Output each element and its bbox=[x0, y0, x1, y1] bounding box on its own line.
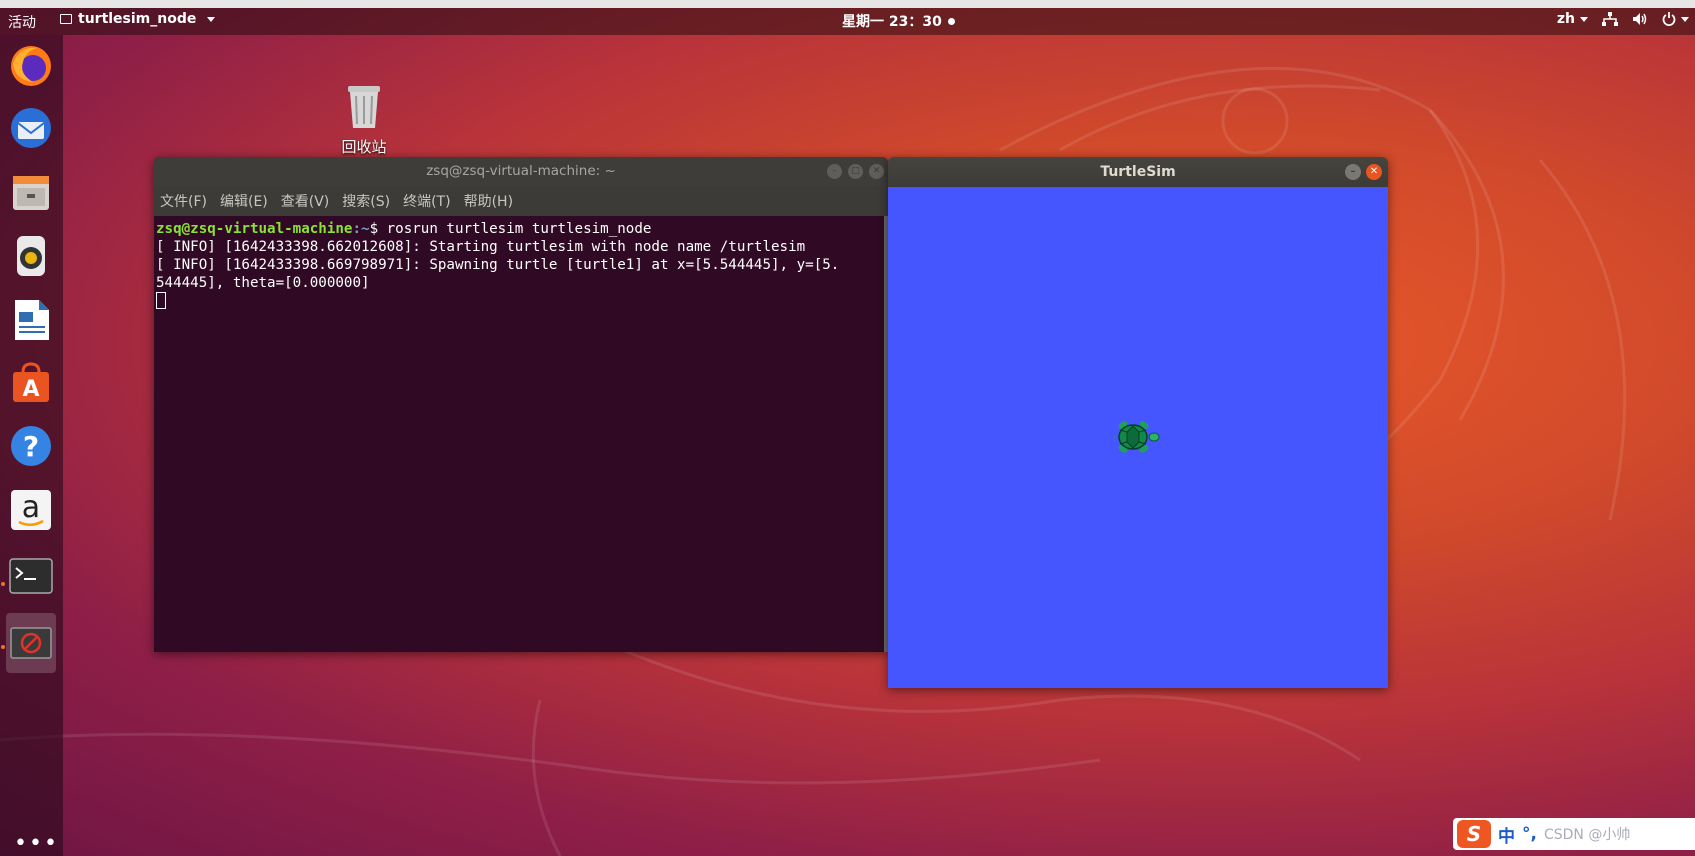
menu-search[interactable]: 搜索(S) bbox=[342, 191, 390, 211]
prompt-command: $ rosrun turtlesim turtlesim_node bbox=[369, 221, 652, 237]
chevron-down-icon bbox=[1681, 16, 1689, 22]
turtle-icon bbox=[1114, 421, 1160, 453]
terminal-output[interactable]: zsq@zsq-virtual-machine:~$ rosrun turtle… bbox=[154, 216, 888, 315]
terminal-line: 544445], theta=[0.000000] bbox=[156, 275, 370, 291]
running-indicator-icon bbox=[1, 645, 5, 649]
notification-dot-icon bbox=[947, 17, 955, 25]
terminal-menubar: 文件(F) 编辑(E) 查看(V) 搜索(S) 终端(T) 帮助(H) bbox=[154, 186, 888, 216]
ime-mode[interactable]: 中 bbox=[1498, 822, 1515, 847]
dock-terminal[interactable] bbox=[6, 551, 56, 601]
terminal-icon bbox=[9, 558, 53, 594]
terminal-cursor bbox=[156, 292, 166, 309]
terminal-line: [ INFO] [1642433398.669798971]: Spawning… bbox=[156, 257, 840, 273]
writer-icon bbox=[15, 300, 49, 340]
rhythmbox-icon bbox=[17, 236, 45, 276]
app-menu[interactable]: turtlesim_node bbox=[60, 11, 216, 27]
punctuation-icon[interactable]: °, bbox=[1522, 824, 1537, 844]
activities-button[interactable]: 活动 bbox=[8, 12, 36, 32]
files-icon bbox=[13, 176, 49, 210]
chevron-down-icon bbox=[207, 16, 216, 22]
menu-terminal[interactable]: 终端(T) bbox=[403, 191, 450, 211]
running-indicator-icon bbox=[1, 582, 5, 586]
show-apps-icon[interactable]: ••• bbox=[14, 831, 59, 856]
system-tray: zh bbox=[1557, 11, 1689, 27]
dock-software[interactable]: A bbox=[6, 357, 56, 407]
trash-desktop-item[interactable]: 回收站 bbox=[336, 82, 392, 157]
menu-edit[interactable]: 编辑(E) bbox=[220, 191, 268, 211]
sogou-logo-icon: S bbox=[1457, 820, 1491, 848]
terminal-window-controls: – □ ✕ bbox=[827, 164, 884, 179]
chevron-down-icon bbox=[1580, 16, 1588, 22]
top-bar: 活动 turtlesim_node 星期一 23：30 zh bbox=[0, 8, 1695, 35]
dock-files[interactable] bbox=[6, 167, 56, 217]
minimize-icon[interactable]: – bbox=[1345, 164, 1361, 180]
turtlesim-titlebar[interactable]: TurtleSim – ✕ bbox=[888, 157, 1388, 187]
trash-icon bbox=[348, 86, 380, 128]
watermark-text: CSDN @小帅 bbox=[1543, 827, 1631, 843]
network-icon[interactable] bbox=[1602, 12, 1618, 26]
app-menu-label: turtlesim_node bbox=[78, 11, 197, 27]
dock-turtlesim[interactable] bbox=[6, 613, 56, 673]
close-icon[interactable]: ✕ bbox=[869, 164, 884, 179]
turtlesim-canvas bbox=[888, 187, 1388, 688]
terminal-command-line: zsq@zsq-virtual-machine:~$ rosrun turtle… bbox=[156, 220, 886, 238]
clock[interactable]: 星期一 23：30 bbox=[842, 11, 955, 31]
minimize-icon[interactable]: – bbox=[827, 164, 842, 179]
dock-rhythmbox[interactable] bbox=[6, 231, 56, 281]
menu-help[interactable]: 帮助(H) bbox=[464, 191, 513, 211]
svg-text:a: a bbox=[22, 490, 40, 525]
thunderbird-icon bbox=[11, 108, 51, 148]
window-icon bbox=[60, 14, 72, 24]
power-menu[interactable] bbox=[1662, 12, 1689, 26]
software-icon: A bbox=[13, 362, 49, 402]
terminal-window[interactable]: zsq@zsq-virtual-machine: ~ – □ ✕ 文件(F) 编… bbox=[154, 157, 888, 652]
turtlesim-title: TurtleSim bbox=[1100, 164, 1176, 180]
prompt-user: zsq@zsq-virtual-machine bbox=[156, 221, 353, 237]
close-icon[interactable]: ✕ bbox=[1366, 164, 1382, 180]
turtlesim-app-icon bbox=[10, 627, 52, 659]
ime-toolbar[interactable]: S 中 °, CSDN @小帅 bbox=[1453, 818, 1695, 850]
firefox-icon bbox=[11, 46, 51, 86]
trash-label: 回收站 bbox=[341, 138, 387, 156]
menu-view[interactable]: 查看(V) bbox=[281, 191, 330, 211]
dock-amazon[interactable]: a bbox=[6, 485, 56, 535]
menu-file[interactable]: 文件(F) bbox=[160, 191, 207, 211]
language-indicator[interactable]: zh bbox=[1557, 11, 1588, 27]
amazon-icon: a bbox=[11, 490, 51, 530]
dock-firefox[interactable] bbox=[6, 41, 56, 91]
svg-text:A: A bbox=[22, 377, 39, 402]
window-strip bbox=[0, 0, 1695, 8]
turtlesim-window-controls: – ✕ bbox=[1345, 164, 1382, 180]
svg-text:?: ? bbox=[23, 430, 39, 463]
prompt-path: :~ bbox=[352, 221, 370, 237]
clock-label: 星期一 23：30 bbox=[842, 14, 942, 30]
volume-icon[interactable] bbox=[1632, 12, 1648, 26]
dock: A ? a ••• bbox=[0, 35, 63, 856]
turtlesim-window[interactable]: TurtleSim – ✕ bbox=[888, 157, 1388, 688]
help-icon: ? bbox=[11, 426, 51, 466]
language-label: zh bbox=[1556, 11, 1575, 27]
maximize-icon[interactable]: □ bbox=[848, 164, 863, 179]
terminal-title: zsq@zsq-virtual-machine: ~ bbox=[426, 163, 616, 179]
dock-help[interactable]: ? bbox=[6, 421, 56, 471]
power-icon bbox=[1662, 12, 1676, 26]
dock-thunderbird[interactable] bbox=[6, 103, 56, 153]
dock-writer[interactable] bbox=[6, 295, 56, 345]
terminal-titlebar[interactable]: zsq@zsq-virtual-machine: ~ – □ ✕ bbox=[154, 157, 888, 186]
terminal-line: [ INFO] [1642433398.662012608]: Starting… bbox=[156, 239, 806, 255]
